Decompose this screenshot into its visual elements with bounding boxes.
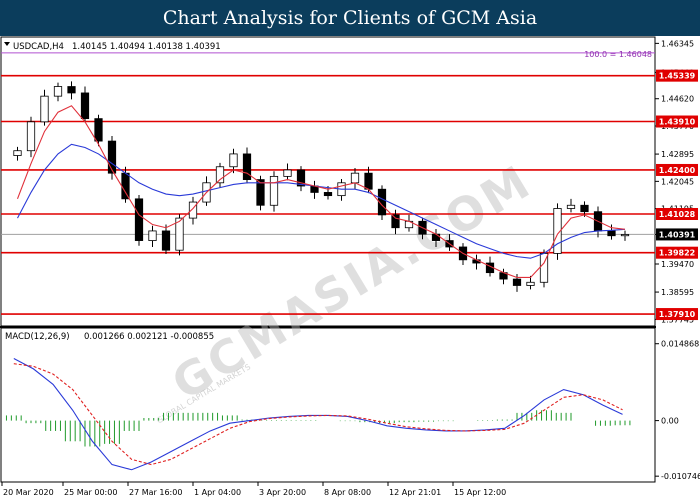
- candle-body: [134, 198, 144, 241]
- level-price-tag: 1.42400: [659, 166, 696, 175]
- candle-body: [269, 175, 279, 206]
- level-price-tag: 1.43910: [659, 118, 696, 127]
- x-tick-label: 1 Apr 04:00: [194, 488, 241, 497]
- candle-body: [323, 192, 333, 197]
- x-tick-label: 8 Apr 08:00: [324, 488, 371, 497]
- y-tick-label: 1.42895: [661, 150, 694, 159]
- candle-body: [391, 214, 400, 229]
- candle-body: [26, 121, 36, 152]
- candle-body: [566, 204, 576, 209]
- level-price-tag: 1.45339: [659, 72, 696, 81]
- x-tick-label: 3 Apr 20:00: [259, 488, 306, 497]
- candle-body: [161, 230, 171, 251]
- x-tick-label: 20 Mar 2020: [3, 488, 54, 497]
- candle-body: [94, 118, 103, 142]
- candle-body: [53, 86, 63, 97]
- candle-body: [526, 281, 535, 286]
- chart-frame: Chart Analysis for Clients of GCM Asia G…: [0, 0, 700, 500]
- y-tick-label: 1.39470: [661, 260, 694, 269]
- y-tick-label: 1.46345: [661, 39, 694, 48]
- banner-title: Chart Analysis for Clients of GCM Asia: [0, 0, 700, 36]
- macd-y-tick-label: 0.00: [661, 417, 679, 426]
- level-price-tag: 1.39822: [659, 249, 695, 258]
- candle-body: [107, 140, 117, 174]
- y-tick-label: 1.44620: [661, 95, 694, 104]
- macd-y-tick-label: -0.010746: [661, 472, 700, 481]
- macd-title-label: MACD(12,26,9): [5, 332, 70, 342]
- chart-svg: GCMASIA.COM GLOBAL CAPITAL MARKETS 1.463…: [0, 36, 700, 497]
- candle-body: [431, 233, 441, 241]
- candle-body: [80, 92, 90, 120]
- macd-pane-frame: [0, 327, 656, 483]
- x-tick-label: 15 Apr 12:00: [454, 488, 506, 497]
- candle-body: [512, 278, 522, 286]
- candle-body: [67, 86, 76, 94]
- candle-body: [148, 230, 157, 241]
- x-tick-label: 12 Apr 21:01: [389, 488, 441, 497]
- candle-body: [229, 153, 238, 168]
- candle-body: [283, 169, 292, 177]
- candle-body: [256, 179, 265, 206]
- y-tick-label: 1.38595: [661, 288, 694, 297]
- candle-body: [364, 172, 373, 190]
- symbol-timeframe-label: USDCAD,H4: [13, 42, 64, 52]
- candle-body: [40, 95, 49, 123]
- level-price-tag: 1.41028: [659, 210, 696, 219]
- x-tick-label: 25 Mar 00:00: [64, 488, 117, 497]
- ohlc-values-label: 1.40145 1.40494 1.40138 1.40391: [72, 42, 221, 52]
- candle-body: [350, 172, 360, 184]
- y-tick-label: 1.42045: [661, 177, 694, 186]
- candle-body: [215, 166, 225, 184]
- candle-body: [121, 172, 130, 200]
- candle-body: [607, 230, 616, 237]
- level-price-tag: 1.37910: [659, 310, 696, 319]
- candle-body: [242, 153, 252, 180]
- candle-body: [188, 201, 198, 219]
- macd-y-tick-label: 0.014868: [661, 340, 699, 349]
- current-price-tag: 1.40391: [659, 230, 696, 239]
- candle-body: [580, 204, 589, 213]
- macd-values-label: 0.001266 0.002121 -0.000855: [84, 332, 214, 342]
- candle-body: [620, 234, 630, 237]
- fib-level-label: 100.0 = 1.46048: [584, 50, 652, 59]
- candle-body: [13, 150, 22, 156]
- x-tick-label: 27 Mar 16:00: [129, 488, 182, 497]
